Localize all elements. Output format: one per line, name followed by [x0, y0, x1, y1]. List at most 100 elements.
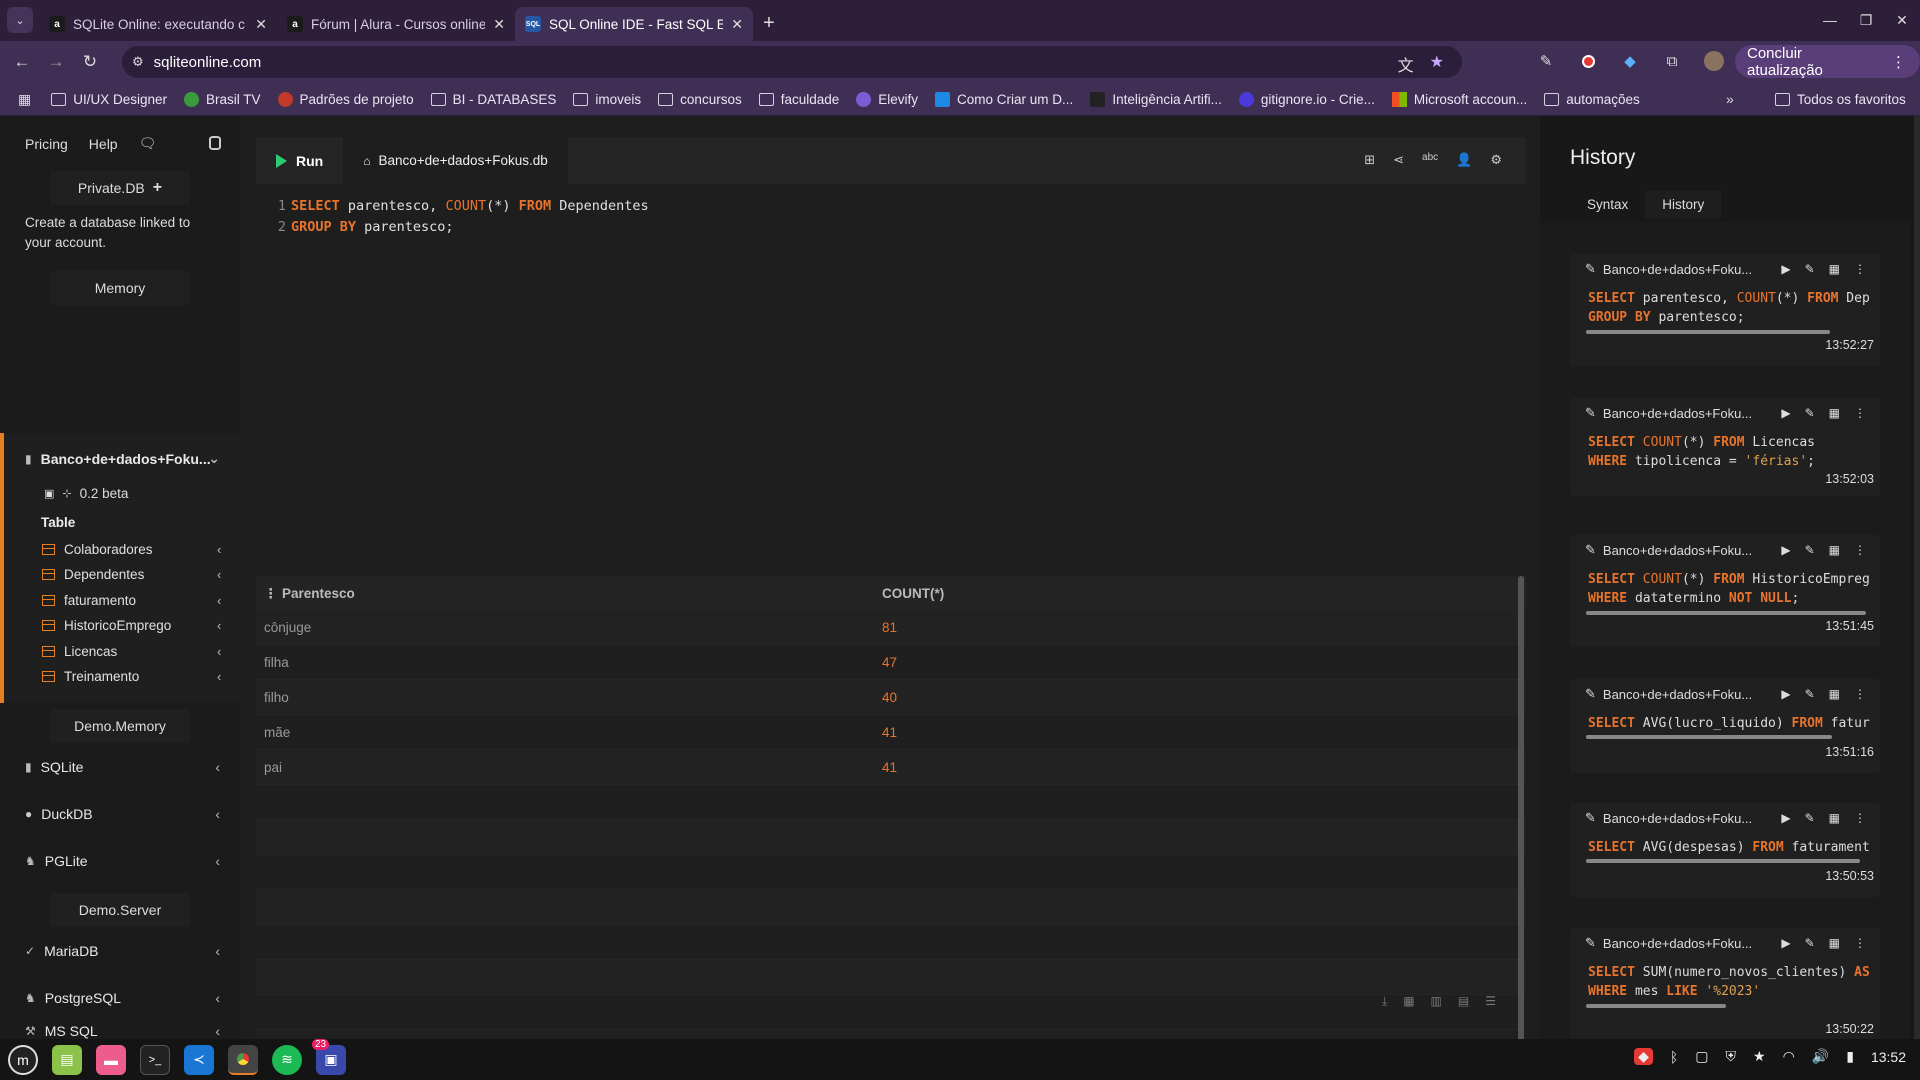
chrome-icon[interactable]: [228, 1044, 258, 1075]
clock[interactable]: 13:52: [1871, 1049, 1906, 1065]
grid-icon[interactable]: ▦: [1829, 936, 1840, 950]
save-icon[interactable]: ▣: [44, 487, 54, 500]
more-vert-icon[interactable]: ⋮: [1854, 262, 1866, 276]
private-db-header[interactable]: Private.DB +: [50, 171, 190, 205]
user-icon[interactable]: 👤: [1456, 152, 1472, 168]
cell[interactable]: 47: [882, 655, 897, 670]
more-vert-icon[interactable]: ⋮: [1854, 687, 1866, 701]
browser-tab[interactable]: a Fórum | Alura - Cursos online ✕: [277, 7, 515, 41]
help-link[interactable]: Help: [89, 136, 118, 152]
wifi-icon[interactable]: ◠: [1783, 1048, 1795, 1065]
notes-icon[interactable]: ▤: [1458, 994, 1469, 1009]
history-entry[interactable]: ✎ Banco+de+dados+Foku... ▶ ✎ ▦ ⋮ SELECT COUN…: [1570, 535, 1880, 647]
new-tab-button[interactable]: +: [753, 7, 785, 39]
play-icon[interactable]: ▶: [1781, 406, 1790, 420]
bookmark[interactable]: Microsoft accoun...: [1391, 91, 1527, 107]
more-vert-icon[interactable]: ⋮: [1854, 811, 1866, 825]
history-entry[interactable]: ✎ Banco+de+dados+Foku... ▶ ✎ ▦ ⋮ SELECT AVG(…: [1570, 679, 1880, 773]
bookmark-folder[interactable]: faculdade: [758, 92, 839, 107]
schema-icon[interactable]: ⊹: [62, 487, 71, 500]
db-tab[interactable]: ⌂ Banco+de+dados+Fokus.db: [343, 137, 568, 184]
pencil-icon[interactable]: ✎: [1585, 935, 1596, 951]
history-scrollbar[interactable]: [1914, 116, 1920, 1039]
table-item[interactable]: Treinamento ‹: [42, 669, 221, 684]
edit-icon[interactable]: ✎: [1805, 406, 1815, 420]
all-favorites-folder[interactable]: Todos os favoritos: [1775, 92, 1906, 107]
pencil-icon[interactable]: ✎: [1585, 261, 1596, 277]
edit-icon[interactable]: ✎: [1805, 936, 1815, 950]
table-item[interactable]: faturamento ‹: [42, 593, 221, 608]
recording-icon[interactable]: [1577, 50, 1599, 72]
play-icon[interactable]: ▶: [1781, 811, 1790, 825]
forward-icon[interactable]: →: [39, 52, 73, 72]
chevron-left-icon[interactable]: ‹: [217, 593, 221, 608]
minimize-icon[interactable]: —: [1812, 12, 1848, 28]
bookmark-folder[interactable]: imoveis: [573, 92, 641, 107]
run-button[interactable]: Run: [256, 153, 343, 169]
chevron-left-icon[interactable]: ‹: [217, 618, 221, 633]
chevron-left-icon[interactable]: ‹: [217, 567, 221, 582]
apps-grid-icon[interactable]: ▦: [18, 91, 31, 108]
sqlite-item[interactable]: ▮ SQLite ‹: [0, 743, 240, 790]
history-entry[interactable]: ✎ Banco+de+dados+Foku... ▶ ✎ ▦ ⋮ SELECT AVG(…: [1570, 803, 1880, 897]
pencil-icon[interactable]: ✎: [1585, 542, 1596, 558]
grid-view-icon[interactable]: ▦: [1403, 994, 1414, 1009]
spotify-icon[interactable]: ≋: [272, 1044, 302, 1075]
chevron-left-icon[interactable]: ‹: [217, 542, 221, 557]
software-manager-icon[interactable]: ▤: [52, 1044, 82, 1075]
results-scrollbar[interactable]: [1518, 576, 1524, 1046]
column-header[interactable]: Parentesco: [256, 586, 882, 602]
more-vert-icon[interactable]: ⋮: [1854, 406, 1866, 420]
history-entry[interactable]: ✎ Banco+de+dados+Foku... ▶ ✎ ▦ ⋮ SELECT SUM(…: [1570, 928, 1880, 1039]
chevron-down-icon[interactable]: ⌄: [208, 450, 220, 467]
screenshot-app-icon[interactable]: ▣ 23: [312, 1038, 346, 1075]
volume-icon[interactable]: 🔊: [1812, 1048, 1829, 1065]
translate-icon[interactable]: 文: [1398, 52, 1414, 76]
address-bar[interactable]: ⚙ sqliteonline.com 文 ★: [122, 46, 1462, 78]
pencil-icon[interactable]: ✎: [1585, 686, 1596, 702]
reload-icon[interactable]: ↻: [73, 52, 107, 72]
database-icon[interactable]: [209, 136, 221, 150]
edit-icon[interactable]: ✎: [1805, 543, 1815, 557]
bookmark[interactable]: gitignore.io - Crie...: [1238, 91, 1375, 107]
cell[interactable]: 41: [882, 760, 897, 775]
extensions-puzzle-icon[interactable]: ⧉: [1661, 50, 1683, 72]
maximize-icon[interactable]: ❐: [1848, 12, 1884, 29]
close-window-icon[interactable]: ✕: [1884, 12, 1920, 29]
menu-icon[interactable]: ☰: [1485, 994, 1496, 1009]
tab-search-icon[interactable]: ⌄: [7, 7, 33, 33]
bookmark-folder[interactable]: concursos: [658, 92, 742, 107]
cell[interactable]: pai: [256, 760, 882, 775]
table-item[interactable]: Dependentes ‹: [42, 567, 221, 582]
chevron-left-icon[interactable]: ‹: [215, 759, 220, 775]
chevron-left-icon[interactable]: ‹: [215, 806, 220, 822]
more-vert-icon[interactable]: ⋮: [1854, 543, 1866, 557]
mssql-item[interactable]: ⚒ MS SQL ‹: [0, 1022, 240, 1039]
chat-icon[interactable]: 🗨: [139, 135, 157, 152]
share-icon[interactable]: ⋖: [1393, 152, 1404, 168]
bookmark[interactable]: Inteligência Artifi...: [1090, 91, 1222, 107]
cell[interactable]: mãe: [256, 725, 882, 740]
cell[interactable]: 41: [882, 725, 897, 740]
more-vert-icon[interactable]: ⋮: [1854, 936, 1866, 950]
tab-syntax[interactable]: Syntax: [1570, 191, 1645, 218]
active-db-item[interactable]: ▮ Banco+de+dados+Foku... ⌄: [0, 435, 240, 482]
browser-tab[interactable]: a SQLite Online: executando c ✕: [39, 7, 277, 41]
bookmark[interactable]: Elevify: [856, 91, 918, 107]
table-item[interactable]: Colaboradores ‹: [42, 542, 221, 557]
duckdb-item[interactable]: ● DuckDB ‹: [0, 790, 240, 837]
close-icon[interactable]: ✕: [255, 16, 267, 33]
settings-gear-icon[interactable]: ⚙: [1490, 152, 1502, 168]
chevron-left-icon[interactable]: ‹: [217, 644, 221, 659]
cell[interactable]: filha: [256, 655, 882, 670]
bookmark-star-icon[interactable]: ★: [1430, 52, 1444, 76]
tab-history[interactable]: History: [1645, 191, 1722, 218]
chevron-left-icon[interactable]: ‹: [215, 943, 220, 959]
chevron-left-icon[interactable]: ‹: [215, 853, 220, 869]
shield-icon[interactable]: ⛨: [1726, 1048, 1737, 1065]
star-icon[interactable]: ★: [1753, 1048, 1766, 1065]
update-button[interactable]: Concluir atualização ⋮: [1735, 45, 1920, 79]
play-icon[interactable]: ▶: [1781, 262, 1790, 276]
pglite-item[interactable]: ♞ PGLite ‹: [0, 837, 240, 884]
spellcheck-icon[interactable]: abc: [1422, 152, 1438, 168]
